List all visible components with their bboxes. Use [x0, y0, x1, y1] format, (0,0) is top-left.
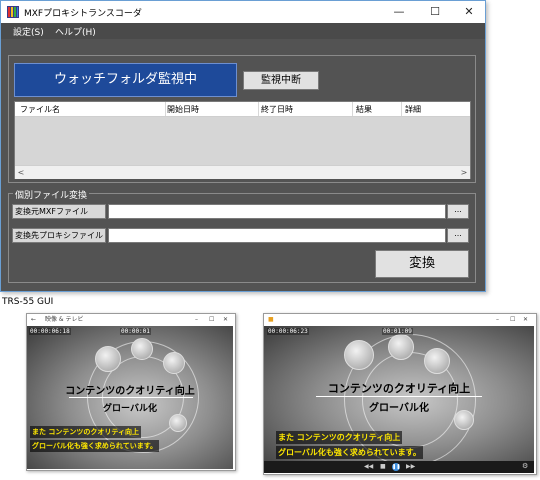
maximize-button[interactable]: ☐ [417, 1, 453, 23]
preview-title: 映像 & テレビ [45, 316, 84, 323]
client-area: ウォッチフォルダ監視中 監視中断 ファイル名 開始日時 終了日時 結果 詳細 <… [1, 39, 485, 291]
column-end-time[interactable]: 終了日時 [261, 104, 293, 115]
icon-bubble [95, 346, 121, 372]
timecode-center: 00:01:09 [382, 328, 413, 335]
group-title: 個別ファイル変換 [13, 188, 90, 201]
rewind-icon[interactable]: ◀◀ [364, 463, 373, 470]
source-browse-button[interactable]: ... [447, 204, 469, 219]
preview-title-bar: ■ – ☐ ✕ [264, 314, 536, 325]
column-divider[interactable] [352, 102, 353, 116]
column-filename[interactable]: ファイル名 [20, 104, 60, 115]
playback-controls: ◀◀ ■ ❚❚ ▶▶ ⚙ [264, 461, 534, 473]
timecode-left: 00:00:06:23 [267, 328, 309, 335]
play-pause-button[interactable]: ❚❚ [392, 463, 400, 471]
window-title: MXFプロキシトランスコーダ [24, 9, 142, 19]
caption-sub: グローバル化 [103, 404, 157, 414]
subtitle-line-2: グローバル化も強く求められています。 [30, 440, 160, 452]
horizontal-scrollbar[interactable]: < > [15, 165, 470, 179]
scroll-left-icon[interactable]: < [15, 166, 27, 179]
convert-button[interactable]: 変換 [375, 250, 469, 278]
individual-convert-group: 個別ファイル変換 変換元MXFファイル ... 変換先プロキシファイル ... … [8, 188, 476, 283]
icon-bubble [163, 352, 185, 374]
source-file-input[interactable] [108, 204, 446, 219]
dest-file-input[interactable] [108, 228, 446, 243]
preview-title-bar: ← 映像 & テレビ – ☐ ✕ [27, 314, 235, 325]
table-header: ファイル名 開始日時 終了日時 結果 詳細 [15, 102, 470, 117]
maximize-icon[interactable]: ☐ [209, 314, 214, 325]
close-button[interactable]: ✕ [451, 1, 487, 23]
column-start-time[interactable]: 開始日時 [167, 104, 199, 115]
icon-bubble [344, 340, 374, 370]
preview-window-left: ← 映像 & テレビ – ☐ ✕ 00:00:06:18 00:00:01 コン… [26, 313, 236, 471]
column-divider[interactable] [165, 102, 166, 116]
dest-browse-button[interactable]: ... [447, 228, 469, 243]
menu-settings[interactable]: 設定(S) [13, 25, 44, 38]
icon-bubble [388, 334, 414, 360]
caption-divider [316, 396, 482, 397]
close-icon[interactable]: ✕ [523, 314, 528, 325]
column-details[interactable]: 詳細 [405, 104, 421, 115]
subtitle-line-2: グローバル化も強く求められています。 [276, 446, 423, 459]
back-arrow-icon[interactable]: ← [31, 314, 36, 325]
watch-status-label: ウォッチフォルダ監視中 [14, 63, 237, 97]
caption-main: コンテンツのクオリティ向上 [327, 382, 471, 395]
app-icon: ■ [268, 316, 274, 323]
stop-monitoring-button[interactable]: 監視中断 [243, 71, 319, 90]
source-file-label: 変換元MXFファイル [12, 204, 106, 219]
fast-forward-icon[interactable]: ▶▶ [406, 463, 415, 470]
job-list-table[interactable]: ファイル名 開始日時 終了日時 結果 詳細 < > [14, 101, 471, 179]
icon-bubble [169, 414, 187, 432]
maximize-icon[interactable]: ☐ [510, 314, 515, 325]
minimize-icon[interactable]: – [496, 314, 499, 325]
monitor-panel: ウォッチフォルダ監視中 監視中断 ファイル名 開始日時 終了日時 結果 詳細 <… [8, 55, 476, 183]
figure-caption: TRS-55 GUI [2, 297, 54, 307]
scroll-right-icon[interactable]: > [458, 166, 470, 179]
subtitle-line-1: また コンテンツのクオリティ向上 [276, 431, 403, 444]
preview-window-right: ■ – ☐ ✕ 00:00:06:23 00:01:09 コンテンツのクオリティ… [263, 313, 537, 475]
icon-bubble [424, 348, 450, 374]
title-bar: MXFプロキシトランスコーダ — ☐ ✕ [1, 1, 485, 23]
column-result[interactable]: 結果 [356, 104, 372, 115]
close-icon[interactable]: ✕ [223, 314, 228, 325]
caption-sub: グローバル化 [369, 403, 429, 414]
video-frame[interactable]: 00:00:06:18 00:00:01 コンテンツのクオリティ向上 グローバル… [27, 326, 233, 469]
stop-icon[interactable]: ■ [380, 463, 386, 470]
video-frame[interactable]: 00:00:06:23 00:01:09 コンテンツのクオリティ向上 グローバル… [264, 326, 534, 461]
icon-bubble [131, 338, 153, 360]
dest-file-label: 変換先プロキシファイル [12, 228, 106, 243]
caption-main: コンテンツのクオリティ向上 [65, 386, 195, 397]
minimize-button[interactable]: — [381, 1, 417, 23]
timecode-left: 00:00:06:18 [29, 328, 71, 335]
app-window: MXFプロキシトランスコーダ — ☐ ✕ 設定(S) ヘルプ(H) ウォッチフォ… [0, 0, 486, 292]
app-icon [7, 6, 19, 18]
settings-icon[interactable]: ⚙ [522, 462, 528, 470]
caption-divider [69, 397, 193, 398]
column-divider[interactable] [258, 102, 259, 116]
menu-help[interactable]: ヘルプ(H) [55, 25, 96, 38]
column-divider[interactable] [401, 102, 402, 116]
minimize-icon[interactable]: – [195, 314, 198, 325]
timecode-center: 00:00:01 [120, 328, 151, 335]
subtitle-line-1: また コンテンツのクオリティ向上 [30, 426, 142, 438]
menu-bar: 設定(S) ヘルプ(H) [1, 23, 485, 39]
